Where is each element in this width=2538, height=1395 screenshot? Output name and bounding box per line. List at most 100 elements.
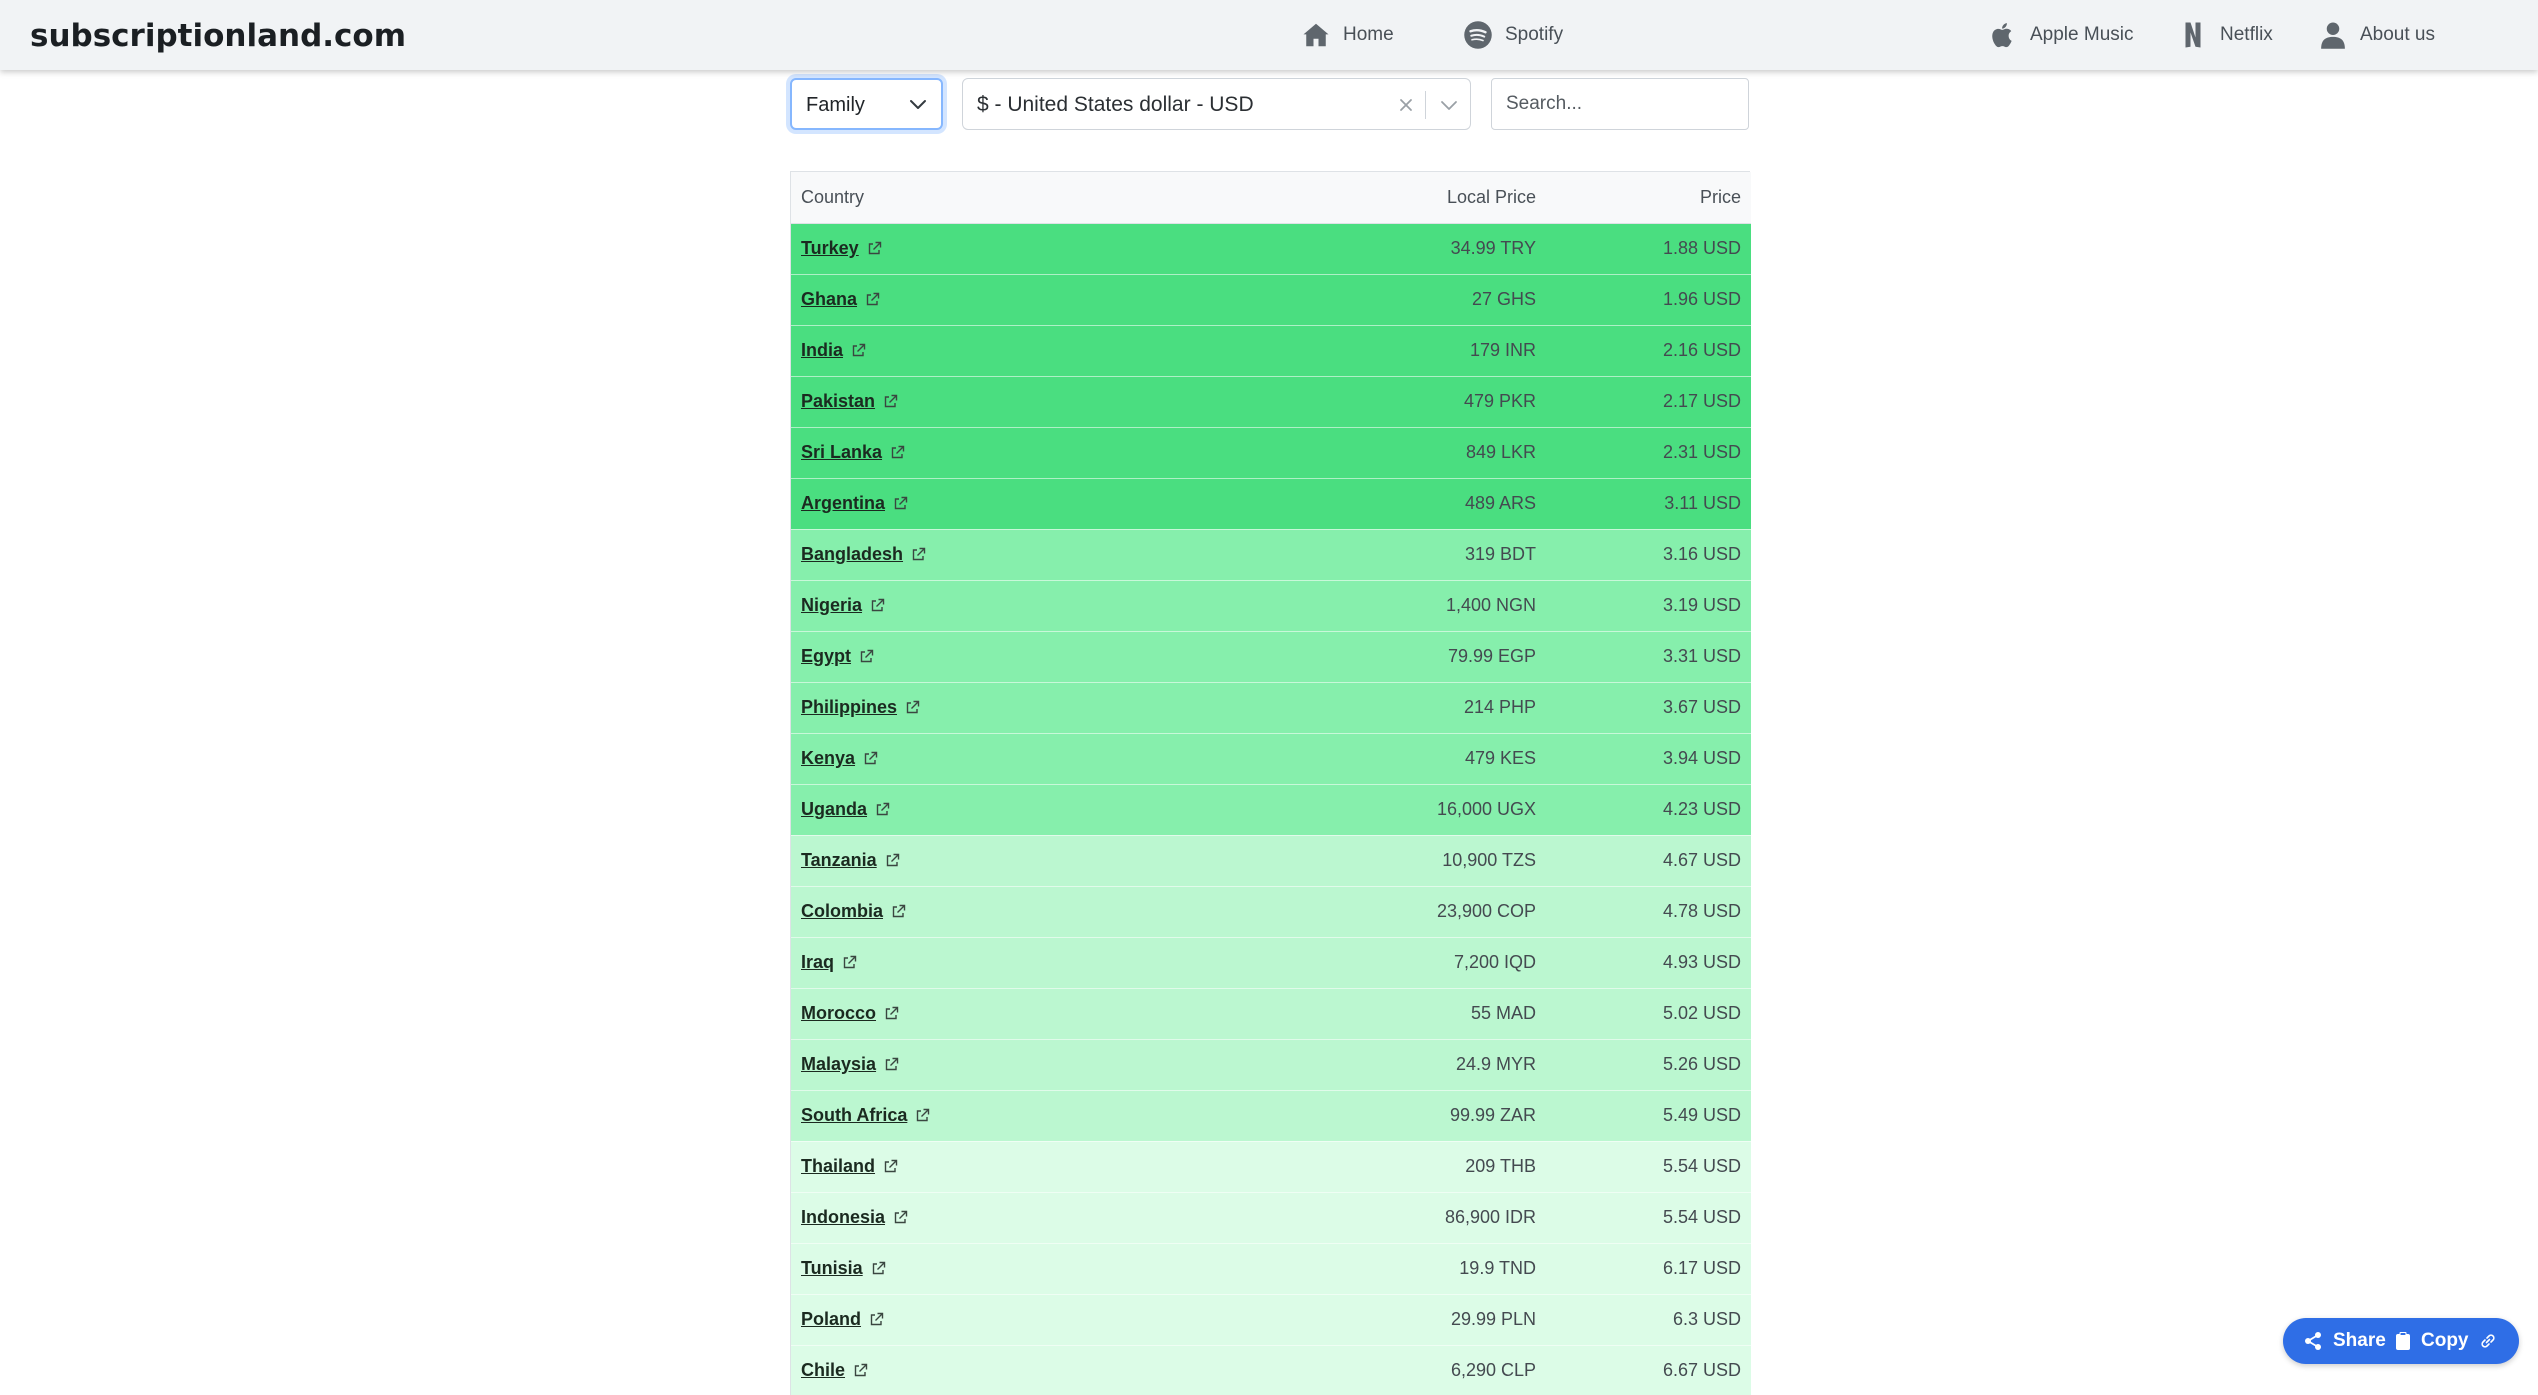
table-row: Tunisia 19.9 TND 6.17 USD xyxy=(791,1242,1751,1294)
country-cell: India xyxy=(791,324,1316,376)
country-link[interactable]: Morocco xyxy=(801,1003,876,1023)
external-link-icon[interactable] xyxy=(853,1362,868,1377)
external-link-icon[interactable] xyxy=(884,1005,899,1020)
table-row: Morocco 55 MAD 5.02 USD xyxy=(791,987,1751,1039)
external-link-icon[interactable] xyxy=(885,852,900,867)
country-link[interactable]: Kenya xyxy=(801,748,855,768)
currency-value: $ - United States dollar - USD xyxy=(977,93,1254,116)
country-link[interactable]: India xyxy=(801,340,843,360)
country-link[interactable]: Nigeria xyxy=(801,595,862,615)
country-link[interactable]: Egypt xyxy=(801,646,851,666)
price-cell: 5.49 USD xyxy=(1546,1089,1751,1141)
local-price-cell: 209 THB xyxy=(1316,1140,1546,1192)
plan-type-select[interactable]: Family xyxy=(790,78,943,130)
external-link-icon[interactable] xyxy=(869,1311,884,1326)
country-link[interactable]: Chile xyxy=(801,1360,845,1380)
external-link-icon[interactable] xyxy=(851,342,866,357)
country-cell: Kenya xyxy=(791,732,1316,784)
external-link-icon[interactable] xyxy=(863,750,878,765)
external-link-icon[interactable] xyxy=(870,597,885,612)
column-header-country[interactable]: Country xyxy=(791,172,1316,224)
nav-item-about-us[interactable]: About us xyxy=(2318,0,2435,70)
country-link[interactable]: Bangladesh xyxy=(801,544,903,564)
currency-select[interactable]: $ - United States dollar - USD xyxy=(962,78,1471,130)
country-link[interactable]: Colombia xyxy=(801,901,883,921)
table-row: Chile 6,290 CLP 6.67 USD xyxy=(791,1344,1751,1395)
country-link[interactable]: Sri Lanka xyxy=(801,442,882,462)
external-link-icon[interactable] xyxy=(893,495,908,510)
external-link-icon[interactable] xyxy=(890,444,905,459)
link-icon xyxy=(2480,1334,2495,1348)
clear-currency-button[interactable] xyxy=(1391,79,1421,131)
external-link-icon[interactable] xyxy=(875,801,890,816)
table-row: Egypt 79.99 EGP 3.31 USD xyxy=(791,630,1751,682)
table-header-row: Country Local Price Price xyxy=(791,172,1751,224)
local-price-cell: 6,290 CLP xyxy=(1316,1344,1546,1395)
country-link[interactable]: Malaysia xyxy=(801,1054,876,1074)
external-link-icon[interactable] xyxy=(905,699,920,714)
price-cell: 5.54 USD xyxy=(1546,1191,1751,1243)
external-link-icon[interactable] xyxy=(884,1056,899,1071)
country-cell: Tunisia xyxy=(791,1242,1316,1294)
country-link[interactable]: Ghana xyxy=(801,289,857,309)
share-button[interactable]: Share xyxy=(2283,1318,2395,1364)
external-link-icon[interactable] xyxy=(865,291,880,306)
price-table: Country Local Price Price Turkey 34.99 TR… xyxy=(790,171,1751,1395)
external-link-icon[interactable] xyxy=(915,1107,930,1122)
search-input[interactable] xyxy=(1491,78,1749,130)
price-cell: 2.31 USD xyxy=(1546,426,1751,478)
external-link-icon[interactable] xyxy=(867,240,882,255)
external-link-icon[interactable] xyxy=(871,1260,886,1275)
spotify-icon xyxy=(1464,21,1492,49)
external-link-icon[interactable] xyxy=(891,903,906,918)
price-cell: 4.23 USD xyxy=(1546,783,1751,835)
country-cell: Turkey xyxy=(791,222,1316,274)
external-link-icon[interactable] xyxy=(893,1209,908,1224)
table-row: Uganda 16,000 UGX 4.23 USD xyxy=(791,783,1751,835)
local-price-cell: 179 INR xyxy=(1316,324,1546,376)
country-link[interactable]: Poland xyxy=(801,1309,861,1329)
country-link[interactable]: Argentina xyxy=(801,493,885,513)
price-cell: 3.94 USD xyxy=(1546,732,1751,784)
currency-dropdown-button[interactable] xyxy=(1428,79,1470,131)
price-cell: 3.67 USD xyxy=(1546,681,1751,733)
table-row: Bangladesh 319 BDT 3.16 USD xyxy=(791,528,1751,580)
site-brand[interactable]: subscriptionland.com xyxy=(30,0,406,70)
external-link-icon[interactable] xyxy=(859,648,874,663)
column-header-price[interactable]: Price xyxy=(1546,172,1751,224)
external-link-icon[interactable] xyxy=(911,546,926,561)
country-link[interactable]: Iraq xyxy=(801,952,834,972)
external-link-icon[interactable] xyxy=(883,1158,898,1173)
column-header-local-price[interactable]: Local Price xyxy=(1316,172,1546,224)
country-link[interactable]: Tunisia xyxy=(801,1258,863,1278)
country-link[interactable]: Uganda xyxy=(801,799,867,819)
nav-label-home: Home xyxy=(1343,24,1394,45)
country-cell: Chile xyxy=(791,1344,1316,1395)
country-link[interactable]: South Africa xyxy=(801,1105,907,1125)
country-link[interactable]: Pakistan xyxy=(801,391,875,411)
nav-item-netflix[interactable]: Netflix xyxy=(2178,0,2273,70)
copy-button[interactable]: Copy xyxy=(2395,1318,2497,1364)
country-link[interactable]: Tanzania xyxy=(801,850,877,870)
local-price-cell: 24.9 MYR xyxy=(1316,1038,1546,1090)
country-link[interactable]: Indonesia xyxy=(801,1207,885,1227)
nav-item-apple-music[interactable]: Apple Music xyxy=(1988,0,2134,70)
country-link[interactable]: Philippines xyxy=(801,697,897,717)
country-link[interactable]: Thailand xyxy=(801,1156,875,1176)
share-icon xyxy=(2305,1332,2321,1350)
nav-item-home[interactable]: Home xyxy=(1301,0,1394,70)
local-price-cell: 479 PKR xyxy=(1316,375,1546,427)
table-row: India 179 INR 2.16 USD xyxy=(791,324,1751,376)
country-link[interactable]: Turkey xyxy=(801,238,859,258)
price-cell: 4.78 USD xyxy=(1546,885,1751,937)
nav-item-spotify[interactable]: Spotify xyxy=(1463,0,1563,70)
local-price-cell: 86,900 IDR xyxy=(1316,1191,1546,1243)
external-link-icon[interactable] xyxy=(883,393,898,408)
netflix-icon xyxy=(2185,22,2201,48)
external-link-icon[interactable] xyxy=(842,954,857,969)
table-row: Philippines 214 PHP 3.67 USD xyxy=(791,681,1751,733)
chevron-down-icon xyxy=(1441,101,1457,110)
price-cell: 6.3 USD xyxy=(1546,1293,1751,1345)
nav-label-about-us: About us xyxy=(2360,24,2435,45)
country-cell: Nigeria xyxy=(791,579,1316,631)
